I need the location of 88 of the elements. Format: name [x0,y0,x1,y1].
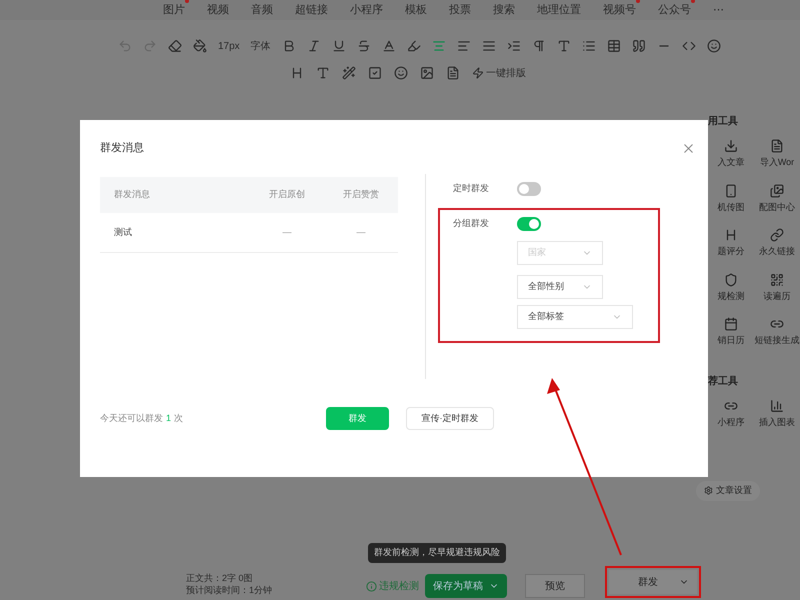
insert-tab[interactable]: 视频 [207,2,229,18]
insert-tab[interactable]: 模板 [405,2,427,18]
insert-tab[interactable]: 小程序 [350,2,383,18]
list-icon[interactable] [582,39,596,53]
align-justify-icon[interactable] [482,39,496,53]
select-field[interactable]: 全部性别 [517,275,603,299]
tool-icon[interactable] [770,139,784,153]
tool-icon[interactable] [770,228,784,242]
preview-button[interactable]: 预览 [525,574,585,598]
tool-label[interactable]: 小程序 [718,416,744,429]
strikethrough-icon[interactable] [356,39,371,53]
quota-text: 今天还可以群发 [100,412,163,425]
column-header: 开启赞赏 [342,188,380,202]
tool-icon[interactable] [770,184,784,198]
quote-icon[interactable] [632,39,646,53]
heading-icon[interactable] [290,66,304,80]
tool-label[interactable]: 读遍历 [764,290,790,303]
column-header: 开启原创 [268,188,306,202]
font-size-dropdown[interactable]: 17px [218,38,240,54]
tool-icon[interactable] [724,272,738,286]
tool-label[interactable]: 规检测 [718,290,744,303]
insert-tab[interactable]: 超链接 [295,2,328,18]
dialog-title: 群发消息 [100,140,144,156]
paint-bucket-icon[interactable] [193,39,207,53]
eraser-icon[interactable] [168,39,182,53]
quota-count: 1 [166,412,172,425]
tool-icon[interactable] [724,184,738,198]
image-icon[interactable] [420,66,434,80]
align-left-icon[interactable] [456,39,471,53]
tool-icon[interactable] [770,398,784,412]
panel-title: 用工具 [708,114,739,129]
tool-label[interactable]: 机传图 [718,200,744,214]
tool-label[interactable]: 导入Wor [760,156,794,170]
highlighter-icon[interactable] [406,39,421,53]
send-button[interactable]: 群发 [326,407,389,430]
settings-icon [704,486,713,496]
paragraph-icon[interactable] [532,39,546,53]
text-style-icon[interactable] [316,66,330,80]
group-send-toggle[interactable] [517,217,541,231]
lightning-icon [472,67,484,79]
article-settings-button[interactable]: 文章设置 [696,481,760,500]
tool-label[interactable]: 短链接生成 [754,334,800,348]
underline-icon[interactable] [332,39,346,53]
tool-label[interactable]: 配图中心 [759,200,795,214]
setting-label: 分组群发 [453,217,489,230]
table-cell-text: 测试 [113,226,133,239]
italic-icon[interactable] [306,39,321,53]
scheduled-send-button[interactable]: 宣传·定时群发 [406,407,494,430]
word-count: 正文共：2字 0图 [186,572,254,584]
table-cell-text: — [282,226,292,239]
one-click-layout-button[interactable]: 一键排版 [472,66,526,80]
emoji-icon[interactable] [394,66,408,80]
table-icon[interactable] [606,39,621,53]
save-draft-button[interactable]: 保存为草稿 [425,574,507,598]
checkbox-icon[interactable] [368,66,382,80]
quota-text: 次 [174,412,184,425]
tool-label[interactable]: 题评分 [718,245,744,258]
tool-icon[interactable] [724,139,738,153]
table-cell-text: — [356,226,366,239]
tool-label[interactable]: 入文章 [718,156,744,170]
tool-icon[interactable] [724,228,738,242]
insert-tab[interactable]: 地理位置 [537,2,581,18]
panel-title: 荐工具 [708,374,739,388]
info-icon [366,580,377,592]
font-family-dropdown[interactable]: 字体 [250,38,271,54]
insert-tab[interactable]: 投票 [449,2,471,18]
indent-icon[interactable] [506,39,521,53]
tool-icon[interactable] [770,272,784,286]
tool-label[interactable]: 插入图表 [759,416,795,429]
select-field[interactable]: 全部标签 [517,305,633,329]
tool-label[interactable]: 永久链接 [759,245,795,258]
code-icon[interactable] [682,39,696,53]
tool-icon[interactable] [724,317,738,331]
letter-spacing-icon[interactable] [556,39,571,53]
setting-label: 定时群发 [453,182,489,196]
template-icon[interactable] [446,66,460,80]
read-time: 预计阅读时间：1分钟 [186,584,274,596]
publish-button[interactable]: 群发 [609,570,697,594]
emoji-icon[interactable] [706,39,721,53]
scheduled-toggle[interactable] [517,182,541,196]
tool-label[interactable]: 销日历 [718,334,744,348]
tooltip: 群发前检测，尽早规避违规风险 [368,543,506,562]
insert-tab[interactable]: 音频 [251,2,273,18]
column-header: 群发消息 [113,188,151,202]
insert-tab[interactable]: 搜索 [493,2,515,18]
font-color-icon[interactable] [382,39,396,53]
insert-tab[interactable]: ⋯ [713,2,724,18]
magic-wand-icon[interactable] [342,66,356,80]
